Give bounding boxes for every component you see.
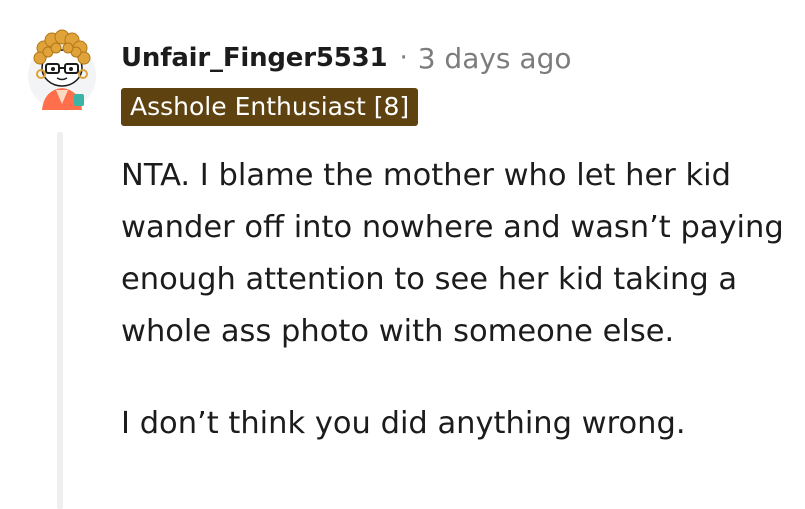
timestamp[interactable]: 3 days ago xyxy=(418,42,572,75)
comment-paragraph: I don’t think you did anything wrong. xyxy=(121,406,686,441)
snoo-avatar-icon[interactable] xyxy=(26,24,98,116)
comment-body: NTA. I blame the mother who let her kid … xyxy=(121,150,791,450)
separator-dot: · xyxy=(399,43,408,73)
user-flair-badge: Asshole Enthusiast [8] xyxy=(121,88,419,126)
comment-paragraph: NTA. I blame the mother who let her kid … xyxy=(121,158,784,349)
username-link[interactable]: Unfair_Finger5531 xyxy=(121,43,388,73)
comment: Unfair_Finger5531 · 3 days ago Asshole E… xyxy=(0,0,805,509)
thread-line[interactable] xyxy=(57,132,63,509)
comment-header: Unfair_Finger5531 · 3 days ago xyxy=(121,38,571,78)
